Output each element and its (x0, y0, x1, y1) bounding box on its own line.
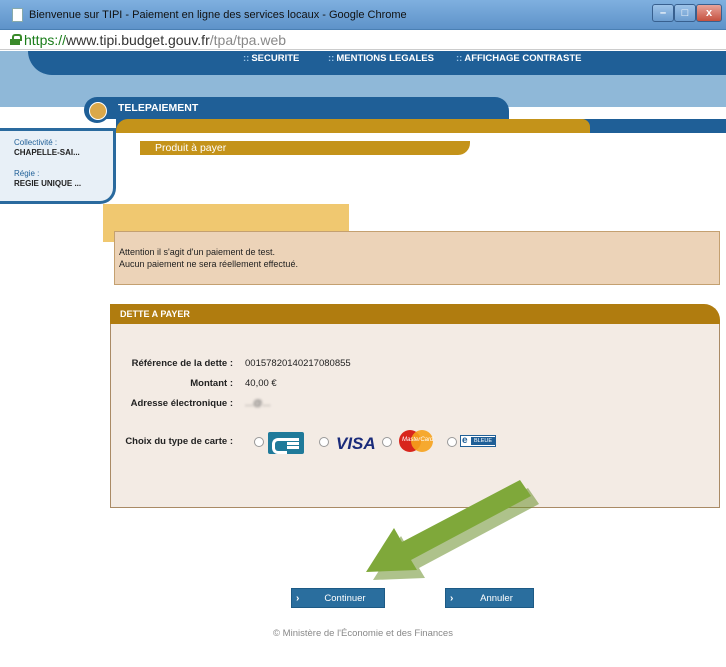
regie-value: REGIE UNIQUE ... (14, 179, 82, 188)
produit-a-payer-tab: Produit à payer (140, 141, 470, 155)
email-value: ...@... (245, 398, 271, 409)
address-bar[interactable]: https://www.tipi.budget.gouv.fr/tpa/tpa.… (0, 30, 726, 50)
link-dots: :: (243, 53, 250, 64)
debt-header: DETTE A PAYER (110, 304, 720, 324)
amount-label: Montant : (190, 378, 233, 389)
ref-label: Référence de la dette : (131, 358, 233, 369)
continue-label: Continuer (324, 593, 366, 604)
email-label: Adresse électronique : (130, 398, 233, 409)
visa-card-icon: VISA (336, 434, 376, 453)
footer-copyright: © Ministère de l'Économie et des Finance… (273, 628, 453, 639)
cancel-button[interactable]: › Annuler (445, 588, 534, 608)
mastercard-text: MasterCard (402, 437, 434, 443)
collectivite-label: Collectivité : (14, 138, 58, 147)
regie-label: Régie : (14, 169, 40, 178)
continue-button[interactable]: › Continuer (291, 588, 385, 608)
card-type-label: Choix du type de carte : (125, 436, 233, 447)
telepaiement-tab: TELEPAIEMENT (97, 97, 509, 119)
lock-icon (10, 34, 22, 45)
telepaiement-title: TELEPAIEMENT (118, 102, 199, 114)
e-bleue-text: BLEUE (471, 437, 495, 445)
gold-bar (116, 119, 590, 133)
radio-cb[interactable] (254, 437, 264, 447)
link-affichage-label: AFFICHAGE CONTRASTE (464, 53, 582, 64)
link-dots: :: (328, 53, 335, 64)
maximize-button[interactable]: □ (674, 4, 696, 22)
e-bleue-e: e (462, 435, 468, 446)
link-affichage-contraste[interactable]: :: AFFICHAGE CONTRASTE (456, 53, 582, 64)
url-text[interactable]: https://www.tipi.budget.gouv.fr/tpa/tpa.… (24, 32, 286, 48)
warning-line-2: Aucun paiement ne sera réellement effect… (119, 259, 298, 269)
mastercard-icon: MasterCard (399, 430, 433, 452)
warning-line-1: Attention il s'agit d'un paiement de tes… (119, 247, 276, 257)
url-host: www.tipi.budget.gouv.fr (66, 32, 210, 48)
close-button[interactable]: x (696, 4, 722, 22)
produit-a-payer-label: Produit à payer (155, 142, 227, 154)
url-scheme: https:// (24, 32, 67, 48)
debt-heading: DETTE A PAYER (120, 309, 190, 319)
cancel-label: Annuler (480, 593, 513, 604)
radio-ebleue[interactable] (447, 437, 457, 447)
radio-mastercard[interactable] (382, 437, 392, 447)
link-dots: :: (456, 53, 463, 64)
radio-visa[interactable] (319, 437, 329, 447)
window-title: Bienvenue sur TIPI - Paiement en ligne d… (29, 9, 407, 21)
url-path: /tpa/tpa.web (209, 32, 287, 48)
link-mentions-legales[interactable]: :: MENTIONS LEGALES (328, 53, 434, 64)
minimize-button[interactable]: – (652, 4, 674, 22)
amount-value: 40,00 € (245, 378, 277, 389)
test-warning-box: Attention il s'agit d'un paiement de tes… (114, 231, 720, 285)
cb-card-icon (268, 432, 304, 454)
collectivite-panel: Collectivité : CHAPELLE-SAI... Régie : R… (0, 128, 116, 204)
browser-titlebar: Bienvenue sur TIPI - Paiement en ligne d… (0, 0, 726, 30)
e-bleue-card-icon: e BLEUE (460, 435, 496, 447)
tab-circle-icon (84, 97, 110, 123)
green-arrow-icon (366, 480, 539, 580)
link-securite-label: SECURITE (251, 53, 300, 64)
page-icon (12, 8, 23, 22)
ref-value: 00157820140217080855 (245, 358, 351, 369)
link-securite[interactable]: :: SECURITE (243, 53, 299, 64)
link-mentions-label: MENTIONS LEGALES (336, 53, 434, 64)
collectivite-value: CHAPELLE-SAI... (14, 148, 80, 157)
